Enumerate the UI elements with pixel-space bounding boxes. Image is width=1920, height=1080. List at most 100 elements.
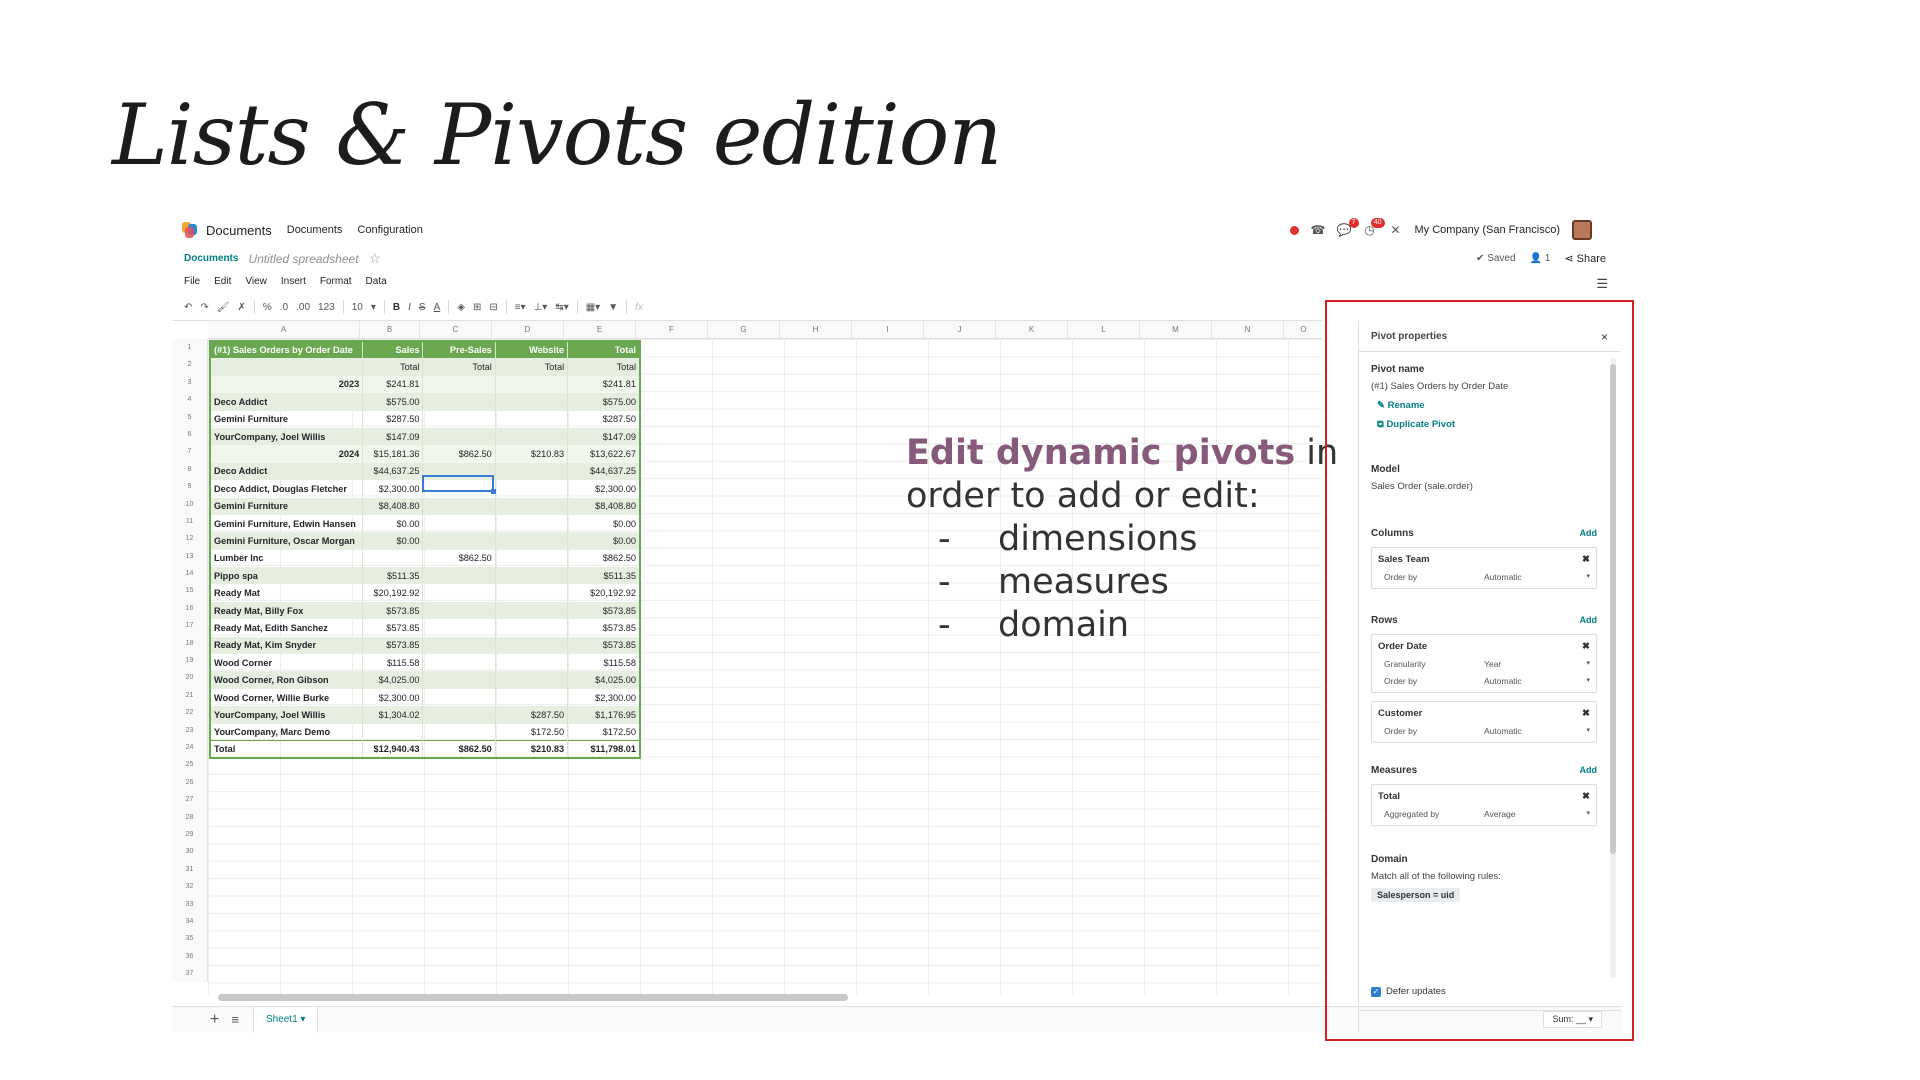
pivot-row-label[interactable]: YourCompany, Joel Willis <box>210 427 364 446</box>
pivot-cell[interactable] <box>495 601 569 620</box>
row-header[interactable]: 6 <box>172 426 207 443</box>
pivot-row-label[interactable]: 2024 <box>210 445 364 463</box>
pivot-cell[interactable]: $1,176.95 <box>567 706 641 724</box>
pivot-cell[interactable]: $147.09 <box>567 427 641 446</box>
pivot-cell[interactable]: $287.50 <box>567 410 641 428</box>
pivot-cell[interactable]: $511.35 <box>362 567 424 585</box>
pivot-cell[interactable]: $172.50 <box>567 723 641 741</box>
pivot-cell[interactable]: $0.00 <box>567 532 641 550</box>
row-header[interactable]: 26 <box>172 774 207 791</box>
pivot-cell[interactable]: $0.00 <box>362 514 424 533</box>
pivot-cell[interactable]: $2,300.00 <box>567 480 641 498</box>
pivot-cell[interactable] <box>422 706 496 724</box>
pivot-cell[interactable]: $241.81 <box>567 375 641 394</box>
pivot-cell[interactable]: $13,622.67 <box>567 445 641 463</box>
pivot-cell[interactable]: $20,192.92 <box>567 584 641 602</box>
pivot-cell[interactable] <box>495 480 569 498</box>
pivot-cell[interactable]: $12,940.43 <box>362 740 424 759</box>
bold-button[interactable]: B <box>393 302 400 313</box>
document-name[interactable]: Untitled spreadsheet <box>248 252 358 266</box>
pivot-row-label[interactable]: Gemini Furniture <box>210 410 364 428</box>
column-header[interactable]: O <box>1284 321 1322 339</box>
column-header[interactable]: D <box>492 321 564 339</box>
column-header[interactable]: H <box>780 321 852 339</box>
pivot-row-label[interactable]: 2023 <box>210 375 364 394</box>
app-logo-icon[interactable] <box>182 222 198 238</box>
pivot-row-label[interactable]: Deco Addict, Douglas Fletcher <box>210 480 364 498</box>
pivot-cell[interactable] <box>495 688 569 707</box>
pivot-cell[interactable] <box>495 462 569 481</box>
pivot-cell[interactable] <box>422 636 496 655</box>
pivot-row-label[interactable]: Gemini Furniture, Oscar Morgan <box>210 532 364 550</box>
pivot-cell[interactable]: $241.81 <box>362 375 424 394</box>
row-header[interactable]: 36 <box>172 948 207 965</box>
pivot-cell[interactable]: Total <box>362 358 424 376</box>
pivot-cell[interactable]: $11,798.01 <box>567 740 641 759</box>
text-wrap-icon[interactable]: ↹▾ <box>555 302 568 313</box>
pivot-cell[interactable] <box>495 671 569 689</box>
row-header[interactable]: 35 <box>172 930 207 947</box>
italic-button[interactable]: I <box>408 302 411 313</box>
column-header[interactable]: B <box>360 321 420 339</box>
vertical-align-icon[interactable]: ⊥▾ <box>534 302 548 313</box>
side-panel-toggle-icon[interactable]: ☰ <box>1596 276 1608 292</box>
pivot-cell[interactable]: $172.50 <box>495 723 569 741</box>
row-header[interactable]: 7 <box>172 443 207 460</box>
pivot-cell[interactable]: $2,300.00 <box>362 688 424 707</box>
pivot-cell[interactable]: $862.50 <box>422 740 496 759</box>
pivot-cell[interactable] <box>422 410 496 428</box>
column-header[interactable]: G <box>708 321 780 339</box>
pivot-cell[interactable]: $575.00 <box>362 393 424 411</box>
column-header[interactable]: K <box>996 321 1068 339</box>
row-header[interactable]: 8 <box>172 461 207 478</box>
company-switcher[interactable]: My Company (San Francisco) <box>1415 224 1561 236</box>
pivot-cell[interactable] <box>362 549 424 568</box>
pivot-row-label[interactable]: Pippo spa <box>210 567 364 585</box>
pivot-cell[interactable]: $575.00 <box>567 393 641 411</box>
pivot-cell[interactable] <box>422 514 496 533</box>
row-header[interactable]: 18 <box>172 635 207 652</box>
pivot-cell[interactable]: $4,025.00 <box>567 671 641 689</box>
pivot-cell[interactable] <box>495 636 569 655</box>
sheet-list-icon[interactable]: ≡ <box>231 1012 239 1027</box>
pivot-cell[interactable] <box>422 601 496 620</box>
menu-data[interactable]: Data <box>366 276 387 287</box>
row-header[interactable]: 21 <box>172 687 207 704</box>
filter-icon[interactable]: ▼ <box>608 302 618 313</box>
pivot-row-label[interactable]: Ready Mat, Kim Snyder <box>210 636 364 655</box>
row-header[interactable]: 10 <box>172 496 207 513</box>
row-header[interactable]: 23 <box>172 722 207 739</box>
pivot-cell[interactable] <box>422 497 496 515</box>
column-header[interactable]: J <box>924 321 996 339</box>
row-header[interactable]: 20 <box>172 669 207 686</box>
pivot-cell[interactable] <box>495 584 569 602</box>
font-size-dropdown[interactable]: 10 <box>352 302 363 313</box>
pivot-cell[interactable]: $8,408.80 <box>567 497 641 515</box>
pivot-cell[interactable]: $862.50 <box>422 549 496 568</box>
pivot-cell[interactable]: $44,637.25 <box>362 462 424 481</box>
tools-icon[interactable]: ✕ <box>1389 224 1403 236</box>
menu-edit[interactable]: Edit <box>214 276 231 287</box>
pivot-cell[interactable]: $573.85 <box>567 601 641 620</box>
recording-indicator-icon[interactable] <box>1289 225 1299 235</box>
pivot-cell[interactable]: Website <box>495 341 569 359</box>
scrollbar-thumb[interactable] <box>218 994 848 1001</box>
pivot-cell[interactable] <box>495 549 569 568</box>
pivot-row-label[interactable]: Ready Mat <box>210 584 364 602</box>
sheet-tab[interactable]: Sheet1 ▾ <box>252 1006 319 1033</box>
pivot-row-label[interactable]: Deco Addict <box>210 393 364 411</box>
pivot-row-label[interactable]: Wood Corner, Willie Burke <box>210 688 364 707</box>
formula-icon[interactable]: fx <box>635 302 643 313</box>
breadcrumb-documents[interactable]: Documents <box>184 253 238 264</box>
pivot-row-label[interactable]: Gemini Furniture <box>210 497 364 515</box>
row-header[interactable]: 19 <box>172 652 207 669</box>
increase-decimal-button[interactable]: .00 <box>296 302 310 313</box>
pivot-cell[interactable]: $147.09 <box>362 427 424 446</box>
column-header[interactable]: C <box>420 321 492 339</box>
pivot-cell[interactable] <box>495 567 569 585</box>
pivot-cell[interactable] <box>422 671 496 689</box>
pivot-cell[interactable]: $115.58 <box>567 654 641 672</box>
row-header[interactable]: 24 <box>172 739 207 756</box>
row-header[interactable]: 33 <box>172 896 207 913</box>
strikethrough-button[interactable]: S <box>419 302 426 313</box>
